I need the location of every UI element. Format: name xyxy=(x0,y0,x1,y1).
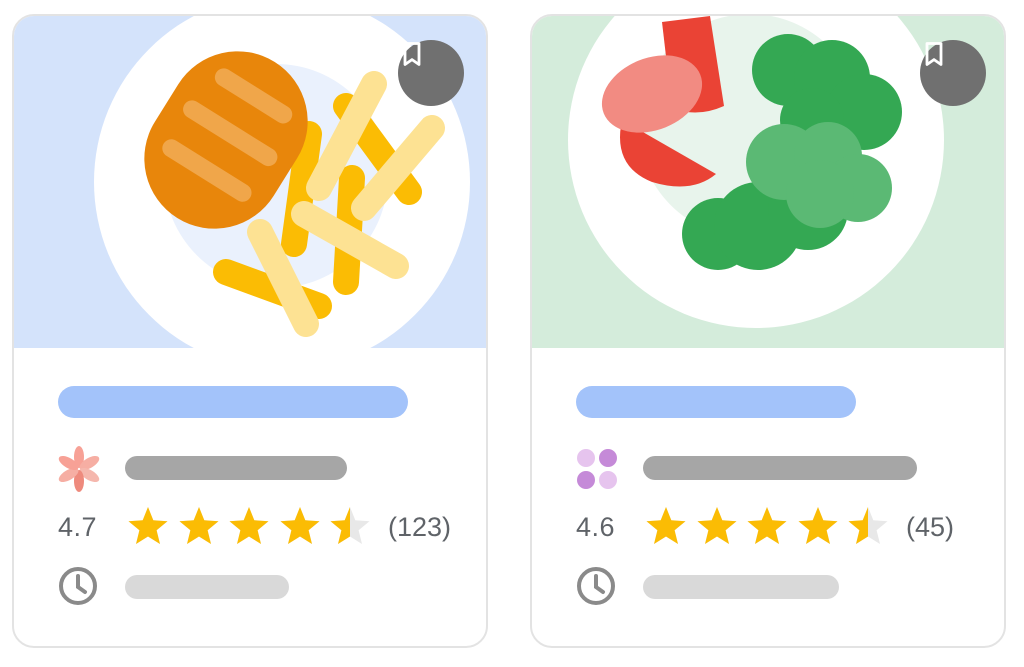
recipe-title-placeholder[interactable] xyxy=(58,386,408,418)
cook-time xyxy=(574,564,974,610)
clock-icon xyxy=(577,567,615,605)
rating-value: 4.7 xyxy=(58,512,98,542)
cook-time-placeholder xyxy=(125,575,289,599)
bookmark-icon xyxy=(403,42,421,66)
star-half-icon xyxy=(848,507,888,544)
star-filled-icon xyxy=(280,507,319,544)
star-filled-icon xyxy=(229,507,269,544)
star-rating xyxy=(644,504,894,548)
flower-logo-icon xyxy=(58,446,100,492)
rating-row: 4.7 (123) xyxy=(58,504,478,548)
bookmark-button[interactable] xyxy=(398,40,464,106)
cook-time xyxy=(56,564,456,610)
star-filled-icon xyxy=(179,507,218,544)
recipe-card-1[interactable]: 4.7 (123) xyxy=(12,14,488,648)
star-half-icon xyxy=(330,507,370,544)
recipe-card-2[interactable]: 4.6 (45) xyxy=(530,14,1006,648)
recipe-image xyxy=(532,16,1004,348)
cook-time-placeholder xyxy=(643,575,839,599)
source-name-placeholder xyxy=(125,456,347,480)
bookmark-icon xyxy=(925,42,943,66)
source-name-placeholder xyxy=(643,456,917,480)
review-count: (45) xyxy=(906,512,955,542)
star-filled-icon xyxy=(128,507,168,544)
rating-value: 4.6 xyxy=(576,512,616,542)
clock-icon xyxy=(59,567,97,605)
four-dots-logo-icon xyxy=(577,449,617,489)
review-count: (123) xyxy=(388,512,452,542)
recipe-source xyxy=(56,446,456,492)
star-filled-icon xyxy=(646,507,686,544)
star-filled-icon xyxy=(798,507,837,544)
star-rating xyxy=(126,504,376,548)
recipe-source xyxy=(574,446,974,492)
recipe-title-placeholder[interactable] xyxy=(576,386,856,418)
bookmark-button[interactable] xyxy=(920,40,986,106)
star-filled-icon xyxy=(747,507,787,544)
star-filled-icon xyxy=(697,507,736,544)
recipe-image xyxy=(14,16,486,348)
rating-row: 4.6 (45) xyxy=(576,504,996,548)
